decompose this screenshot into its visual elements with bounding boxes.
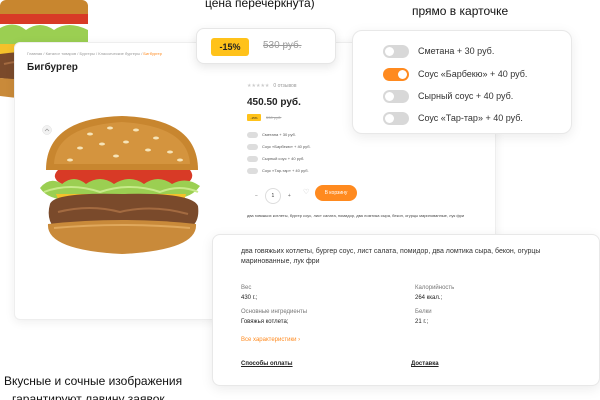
discount-badge: -15% xyxy=(211,38,249,56)
qty-plus-button[interactable]: + xyxy=(288,193,291,199)
all-specs-label: Все характеристики xyxy=(241,337,297,343)
old-price: 530 руб. xyxy=(263,40,302,51)
option-tartar-sauce[interactable]: Соус «Тар-тар» + 40 руб. xyxy=(383,110,523,126)
mini-option-label: Соус «Барбекю» + 40 руб. xyxy=(262,144,311,149)
mini-option[interactable]: Соус «Тар-тар» + 40 руб. xyxy=(247,167,309,174)
toggle-switch[interactable] xyxy=(247,143,258,150)
breadcrumb-current: Бигбургер xyxy=(143,51,162,56)
details-card: два говяжьих котлеты, бургер соус, лист … xyxy=(212,234,600,386)
add-to-cart-button[interactable]: В корзину xyxy=(315,185,357,201)
mini-option-label: Сырный соус + 40 руб. xyxy=(262,156,305,161)
all-specs-link[interactable]: Все характеристики › xyxy=(241,337,300,343)
burger-image xyxy=(40,116,200,254)
breadcrumb-item[interactable]: Каталог товаров xyxy=(46,51,77,56)
option-label: Сметана + 30 руб. xyxy=(418,46,495,56)
price-callout: -15% 530 руб. xyxy=(196,28,336,64)
discount-badge-small: -15% xyxy=(247,114,261,121)
mini-option[interactable]: Сырный соус + 40 руб. xyxy=(247,155,304,162)
mini-option[interactable]: Соус «Барбекю» + 40 руб. xyxy=(247,143,311,150)
calories-value: 264 ккал.; xyxy=(415,295,443,301)
ingredients-value: Говяжья котлета; xyxy=(241,319,289,325)
chevron-right-icon: › xyxy=(298,337,301,343)
weight-label: Вес xyxy=(241,285,252,291)
breadcrumb-item[interactable]: Главная xyxy=(27,51,42,56)
rating: ★★★★★ 0 отзывов xyxy=(247,83,296,89)
option-label: Сырный соус + 40 руб. xyxy=(418,91,514,101)
options-callout: Сметана + 30 руб. Соус «Барбекю» + 40 ру… xyxy=(352,30,572,134)
option-cheese-sauce[interactable]: Сырный соус + 40 руб. xyxy=(383,88,513,104)
toggle-switch-on[interactable] xyxy=(383,67,409,81)
protein-label: Белки xyxy=(415,309,432,315)
option-label: Соус «Барбекю» + 40 руб. xyxy=(418,69,528,79)
caption-bottom-line2: гарантируют лавину заявок xyxy=(12,392,165,400)
mini-option-label: Соус «Тар-тар» + 40 руб. xyxy=(262,168,309,173)
toggle-switch[interactable] xyxy=(383,44,409,58)
tab-delivery[interactable]: Доставка xyxy=(411,361,439,367)
toggle-switch[interactable] xyxy=(247,155,258,162)
option-sour-cream[interactable]: Сметана + 30 руб. xyxy=(383,43,494,59)
toggle-switch[interactable] xyxy=(247,167,258,174)
qty-minus-button[interactable]: − xyxy=(255,193,258,199)
ingredients-label: Основные ингредиенты xyxy=(241,309,308,315)
option-label: Соус «Тар-тар» + 40 руб. xyxy=(418,113,523,123)
rating-count[interactable]: 0 отзывов xyxy=(273,83,296,89)
caption-in-card: прямо в карточке xyxy=(412,4,509,18)
breadcrumb-item[interactable]: Классические бургеры xyxy=(98,51,140,56)
caption-bottom-line1: Вкусные и сочные изображения xyxy=(4,374,183,388)
protein-value: 21 г.; xyxy=(415,319,429,325)
rating-stars-icon[interactable]: ★★★★★ xyxy=(247,83,269,89)
weight-value: 430 г.; xyxy=(241,295,258,301)
current-price: 450.50 руб. xyxy=(247,97,301,108)
qty-input[interactable]: 1 xyxy=(264,188,281,204)
toggle-switch[interactable] xyxy=(247,131,258,138)
product-description: два говяжьих котлеты, бургер соус, лист … xyxy=(241,248,541,265)
breadcrumb-item[interactable]: Бургеры xyxy=(79,51,94,56)
mini-option[interactable]: Сметана + 30 руб. xyxy=(247,131,296,138)
short-description: два говяжьих котлеты, бургер соус, лист … xyxy=(247,213,465,218)
page-title: Бигбургер xyxy=(27,62,78,73)
heart-icon[interactable]: ♡ xyxy=(303,188,309,196)
toggle-switch[interactable] xyxy=(383,89,409,103)
breadcrumb: Главная / Каталог товаров / Бургеры / Кл… xyxy=(27,51,162,56)
mini-option-label: Сметана + 30 руб. xyxy=(262,132,296,137)
caption-price-struck: цена перечеркнута) xyxy=(205,0,315,10)
quantity-stepper: − 1 + xyxy=(255,188,291,204)
calories-label: Калорийность xyxy=(415,285,455,291)
toggle-switch[interactable] xyxy=(383,111,409,125)
tab-payment-methods[interactable]: Способы оплаты xyxy=(241,361,293,367)
old-price-small: 530 руб. xyxy=(266,115,282,120)
option-bbq-sauce[interactable]: Соус «Барбекю» + 40 руб. xyxy=(383,66,527,82)
